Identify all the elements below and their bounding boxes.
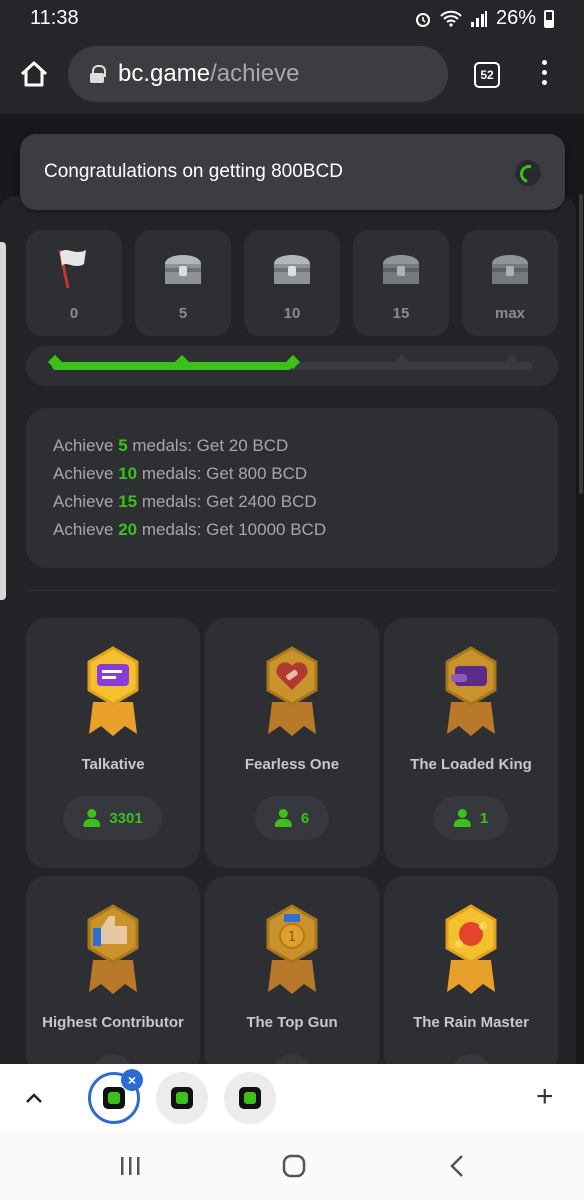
chest-icon — [383, 255, 419, 284]
new-tab-icon[interactable]: + — [536, 1082, 554, 1112]
thumbs-up-medal-icon — [87, 904, 139, 994]
page-content: Congratulations on getting 800BCD 0 5 10 — [0, 114, 584, 1064]
status-icons: 26% — [414, 7, 554, 30]
milestone-row: 0 5 10 15 max — [26, 230, 558, 336]
bcgame-logo-icon — [103, 1087, 125, 1109]
address-bar[interactable]: bc.game/achieve — [68, 46, 448, 102]
milestone-15[interactable]: 15 — [353, 230, 449, 336]
wallet-medal-icon — [445, 646, 497, 736]
back-icon[interactable] — [444, 1152, 472, 1180]
medal-card-highest-contributor[interactable]: Highest Contributor — [26, 876, 200, 1064]
browser-toolbar: bc.game/achieve 52 — [0, 38, 584, 114]
lock-icon — [90, 65, 106, 83]
toast-timer-icon — [515, 160, 541, 186]
tab-bcgame-active[interactable]: × — [88, 1069, 143, 1124]
milestone-0[interactable]: 0 — [26, 230, 122, 336]
tab-bcgame[interactable] — [224, 1072, 276, 1124]
milestone-max[interactable]: max — [462, 230, 558, 336]
tab-bcgame[interactable] — [156, 1072, 208, 1124]
progress-tick — [394, 354, 410, 370]
medal-card-the-loaded-king[interactable]: The Loaded King 1 — [384, 618, 558, 868]
chest-icon — [274, 255, 310, 284]
toast-notification: Congratulations on getting 800BCD — [20, 134, 565, 210]
coin-medal-icon: 1 — [266, 904, 318, 994]
medal-card-fearless-one[interactable]: Fearless One 6 — [205, 618, 379, 868]
user-icon — [453, 809, 472, 827]
medal-name: Fearless One — [244, 756, 340, 773]
bcgame-logo-icon — [239, 1087, 261, 1109]
chevron-up-icon[interactable] — [24, 1088, 44, 1108]
side-drawer-handle[interactable] — [0, 242, 6, 600]
close-tab-icon[interactable]: × — [121, 1069, 143, 1091]
home-nav-icon[interactable] — [280, 1152, 308, 1180]
scrollbar-thumb[interactable] — [579, 194, 583, 494]
signal-icon — [470, 10, 487, 27]
reward-line: Achieve 5 medals: Get 20 BCD — [53, 436, 289, 455]
wifi-icon — [440, 10, 462, 27]
medal-progress-bar — [26, 346, 558, 386]
system-nav-bar — [0, 1132, 584, 1200]
alarm-icon — [415, 12, 430, 27]
toast-message: Congratulations on getting 800BCD — [44, 161, 343, 182]
medal-name: Highest Contributor — [42, 1014, 184, 1031]
medal-owner-count: 3301 — [63, 796, 163, 840]
browser-menu-icon[interactable] — [538, 60, 550, 92]
user-icon — [83, 809, 101, 827]
milestone-label: 15 — [392, 305, 410, 322]
medal-card-the-top-gun[interactable]: 1 The Top Gun — [205, 876, 379, 1064]
home-icon[interactable] — [18, 58, 50, 90]
medal-owner-count — [451, 1054, 491, 1064]
milestone-label: 0 — [69, 305, 79, 322]
progress-tick — [504, 354, 520, 370]
medal-name: The Rain Master — [413, 1014, 529, 1031]
milestone-label: 10 — [283, 305, 301, 322]
flag-icon — [58, 249, 86, 289]
chest-icon — [492, 255, 528, 284]
medal-name: The Top Gun — [246, 1014, 338, 1031]
medal-owner-count — [272, 1054, 312, 1064]
reward-line: Achieve 20 medals: Get 10000 BCD — [53, 520, 327, 539]
medal-owner-count: 1 — [433, 796, 509, 840]
tab-strip: × + — [0, 1064, 584, 1132]
battery-icon — [544, 9, 554, 28]
medal-owner-count — [93, 1054, 133, 1064]
progress-track — [47, 354, 532, 370]
heart-medal-icon — [266, 646, 318, 736]
milestone-10[interactable]: 10 — [244, 230, 340, 336]
milestone-5[interactable]: 5 — [135, 230, 231, 336]
medal-card-talkative[interactable]: Talkative 3301 — [26, 618, 200, 868]
user-icon — [274, 809, 293, 827]
bcgame-logo-icon — [171, 1087, 193, 1109]
reward-line: Achieve 10 medals: Get 800 BCD — [53, 464, 308, 483]
progress-fill — [52, 362, 292, 370]
medal-name: Talkative — [81, 756, 145, 773]
section-divider — [26, 590, 558, 591]
medal-card-the-rain-master[interactable]: The Rain Master — [384, 876, 558, 1064]
status-bar: 11:38 26% — [0, 0, 584, 38]
url-path: /achieve — [210, 60, 300, 87]
chest-icon — [165, 255, 201, 284]
status-time: 11:38 — [30, 7, 79, 29]
chat-medal-icon — [87, 646, 139, 736]
url-domain: bc.game — [118, 60, 211, 87]
tab-switcher-button[interactable]: 52 — [474, 62, 500, 88]
medal-name: The Loaded King — [410, 756, 532, 773]
battery-percent: 26% — [495, 7, 536, 29]
reward-line: Achieve 15 medals: Get 2400 BCD — [53, 492, 317, 511]
svg-text:1: 1 — [288, 930, 296, 945]
rain-medal-icon — [445, 904, 497, 994]
milestone-label: max — [494, 305, 526, 322]
rewards-info: Achieve 5 medals: Get 20 BCD Achieve 10 … — [26, 408, 558, 568]
milestone-label: 5 — [178, 305, 188, 322]
recent-apps-icon[interactable] — [116, 1152, 144, 1180]
medal-owner-count: 6 — [254, 796, 330, 840]
